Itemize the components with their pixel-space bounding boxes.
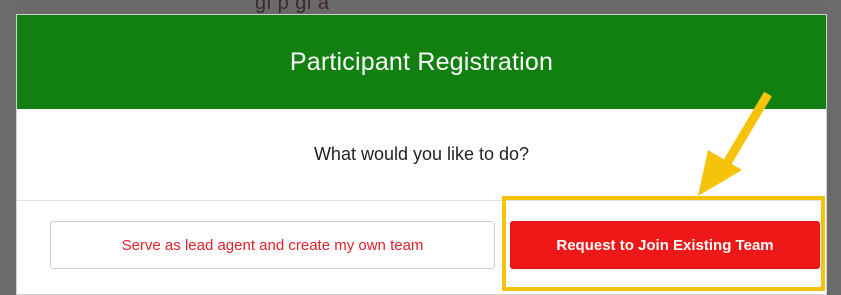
modal-title: Participant Registration <box>289 47 554 76</box>
join-existing-team-button[interactable]: Request to Join Existing Team <box>510 221 820 269</box>
registration-modal: Participant Registration What would you … <box>16 14 827 295</box>
background-left-edge <box>0 0 16 295</box>
modal-body: What would you like to do? <box>17 109 826 201</box>
background-partial-text: gi p gi a <box>255 0 330 14</box>
modal-header: Participant Registration <box>17 15 826 109</box>
create-own-team-button[interactable]: Serve as lead agent and create my own te… <box>50 221 495 269</box>
modal-footer: Serve as lead agent and create my own te… <box>17 201 826 295</box>
background-right-edge <box>827 0 841 295</box>
modal-question: What would you like to do? <box>313 144 530 164</box>
